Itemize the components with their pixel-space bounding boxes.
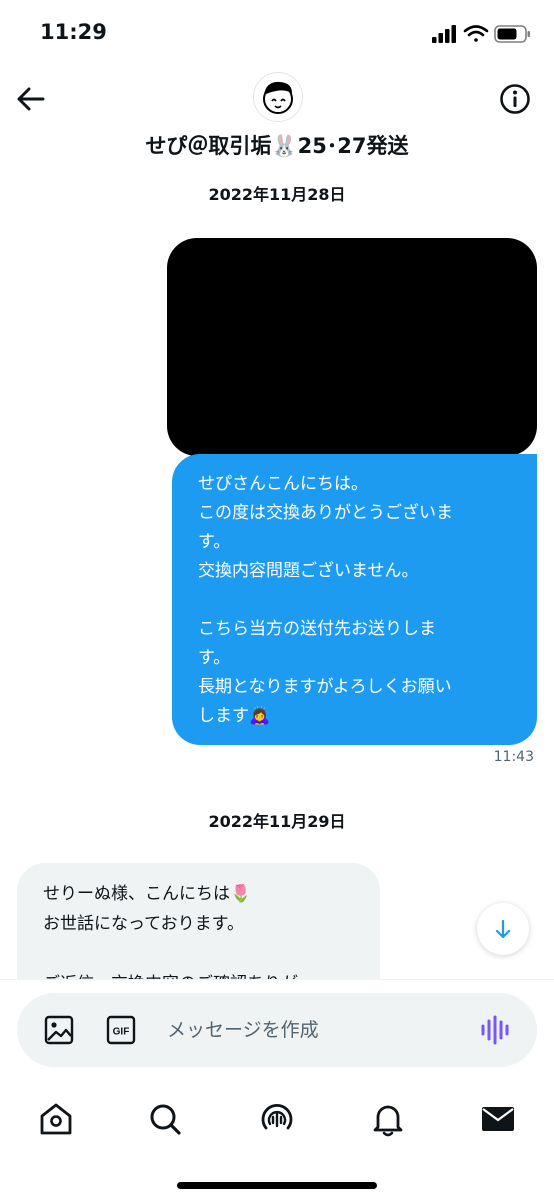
message-line: 長期となりますがよろしくお願い (198, 677, 452, 697)
nav-home[interactable] (36, 1099, 76, 1139)
sent-message-bubble[interactable]: せぴさんこんにちは。 この度は交換ありがとうございま す。 交換内容問題ございま… (172, 454, 537, 745)
voice-icon (481, 1015, 509, 1045)
date-divider: 2022年11月29日 (208, 812, 346, 831)
back-arrow-icon (17, 87, 45, 111)
nav-messages[interactable] (478, 1099, 518, 1139)
nav-notifications[interactable] (368, 1099, 408, 1139)
nav-search[interactable] (145, 1099, 185, 1139)
home-icon (40, 1103, 72, 1135)
home-indicator (177, 1182, 377, 1189)
conversation-name[interactable]: せぴ＠取引垢🐰25･27発送 (0, 130, 554, 160)
voice-message-button[interactable] (479, 1014, 513, 1046)
image-icon (44, 1015, 74, 1045)
message-line: こちら当方の送付先お送りしま (198, 619, 436, 639)
redacted-image[interactable] (167, 238, 537, 456)
search-icon (150, 1104, 181, 1135)
message-input[interactable] (167, 1011, 457, 1049)
status-icons (432, 22, 532, 46)
message-line (198, 586, 513, 615)
message-line: す。 (198, 648, 231, 668)
bell-icon (373, 1105, 403, 1137)
message-line: します🙇‍♀️ (198, 706, 271, 726)
back-button[interactable] (14, 82, 48, 116)
status-bar: 11:29 (0, 0, 554, 64)
mail-icon (482, 1107, 514, 1131)
battery-icon (494, 25, 530, 43)
gif-icon: GIF (106, 1015, 136, 1045)
nav-spaces[interactable] (257, 1099, 297, 1139)
scroll-to-bottom-button[interactable] (477, 903, 529, 955)
info-icon (500, 84, 530, 114)
message-composer: GIF (17, 993, 537, 1067)
svg-text:GIF: GIF (113, 1027, 130, 1038)
arrow-down-icon (495, 919, 511, 939)
status-time: 11:29 (40, 20, 107, 44)
conversation-header: せぴ＠取引垢🐰25･27発送 (0, 64, 554, 174)
info-button[interactable] (498, 82, 532, 116)
message-line (43, 939, 380, 969)
add-image-button[interactable] (43, 1014, 75, 1046)
wifi-icon (463, 25, 489, 42)
message-timestamp: 11:43 (493, 749, 534, 765)
add-gif-button[interactable]: GIF (105, 1014, 137, 1046)
composer-area: GIF (0, 979, 554, 1200)
avatar[interactable] (253, 72, 303, 122)
message-line: この度は交換ありがとうございま (198, 503, 453, 523)
message-line: せりーぬ様、こんにちは🌷 (43, 884, 252, 904)
spaces-icon (261, 1104, 293, 1130)
message-line: 交換内容問題ございません。 (198, 561, 419, 581)
signal-icon (432, 25, 456, 43)
message-line: せぴさんこんにちは。 (198, 474, 368, 494)
avatar-face-icon (263, 81, 293, 114)
date-divider: 2022年11月28日 (208, 185, 346, 204)
message-line: す。 (198, 532, 231, 552)
bottom-nav (0, 1093, 554, 1153)
message-line: お世話になっております。 (43, 914, 244, 934)
